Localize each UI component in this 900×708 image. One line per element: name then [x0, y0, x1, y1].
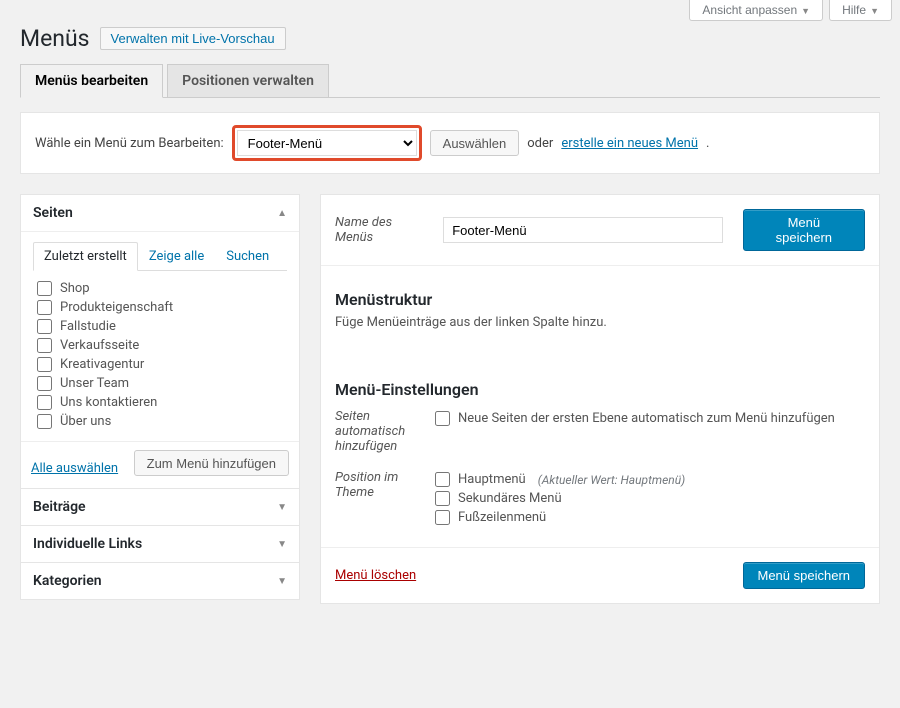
page-item-checkbox[interactable]: [37, 319, 52, 334]
panel-pages-title: Seiten: [33, 205, 73, 221]
auto-add-option[interactable]: Neue Seiten der ersten Ebene automatisch…: [435, 409, 835, 428]
screen-options-button[interactable]: Ansicht anpassen ▼: [689, 0, 823, 21]
page-item[interactable]: Fallstudie: [37, 317, 287, 336]
page-item[interactable]: Kreativagentur: [37, 355, 287, 374]
inner-tab-all[interactable]: Zeige alle: [138, 242, 215, 271]
triangle-down-icon: ▼: [277, 539, 287, 550]
page-item-label: Uns kontaktieren: [60, 395, 157, 410]
panel-links-header[interactable]: Individuelle Links ▼: [21, 526, 299, 562]
panel-categories: Kategorien ▼: [20, 563, 300, 600]
create-new-menu-link[interactable]: erstelle ein neues Menü: [561, 136, 698, 151]
period: .: [706, 136, 709, 151]
or-text: oder: [527, 136, 553, 151]
panel-links-title: Individuelle Links: [33, 536, 142, 552]
choose-menu-button[interactable]: Auswählen: [430, 130, 520, 156]
panel-posts: Beiträge ▼: [20, 489, 300, 526]
menu-edit-frame: Name des Menüs Menü speichern Menüstrukt…: [320, 194, 880, 604]
menu-select[interactable]: Footer-Menü: [237, 130, 417, 156]
caret-down-icon: ▼: [870, 6, 879, 16]
page-item[interactable]: Uns kontaktieren: [37, 393, 287, 412]
panel-links: Individuelle Links ▼: [20, 526, 300, 563]
page-item-label: Unser Team: [60, 376, 129, 391]
location-footer[interactable]: Fußzeilenmenü: [435, 508, 685, 527]
location-main[interactable]: Hauptmenü (Aktueller Wert: Hauptmenü): [435, 470, 685, 489]
triangle-up-icon: ▲: [277, 208, 287, 219]
screen-options-label: Ansicht anpassen: [702, 3, 797, 17]
live-preview-button[interactable]: Verwalten mit Live-Vorschau: [100, 27, 286, 50]
page-item-checkbox[interactable]: [37, 300, 52, 315]
menu-settings-heading: Menü-Einstellungen: [335, 380, 865, 399]
menu-select-highlight: Footer-Menü: [232, 125, 422, 161]
page-item[interactable]: Produkteigenschaft: [37, 298, 287, 317]
select-menu-label: Wähle ein Menü zum Bearbeiten:: [35, 136, 224, 151]
page-item-label: Fallstudie: [60, 319, 116, 334]
inner-tab-recent[interactable]: Zuletzt erstellt: [33, 242, 138, 271]
page-item-checkbox[interactable]: [37, 281, 52, 296]
page-item-checkbox[interactable]: [37, 414, 52, 429]
auto-add-checkbox[interactable]: [435, 411, 450, 426]
location-secondary-checkbox[interactable]: [435, 491, 450, 506]
caret-down-icon: ▼: [801, 6, 810, 16]
add-to-menu-button[interactable]: Zum Menü hinzufügen: [134, 450, 289, 476]
page-item[interactable]: Verkaufsseite: [37, 336, 287, 355]
page-item-label: Kreativagentur: [60, 357, 144, 372]
page-item-checkbox[interactable]: [37, 357, 52, 372]
inner-tab-search[interactable]: Suchen: [215, 242, 280, 271]
panel-pages: Seiten ▲ Zuletzt erstellt Zeige alle Suc…: [20, 194, 300, 489]
triangle-down-icon: ▼: [277, 576, 287, 587]
save-menu-button-bottom[interactable]: Menü speichern: [743, 562, 866, 589]
menu-structure-heading: Menüstruktur: [335, 290, 865, 309]
panel-posts-header[interactable]: Beiträge ▼: [21, 489, 299, 525]
location-secondary[interactable]: Sekundäres Menü: [435, 489, 685, 508]
menu-name-input[interactable]: [443, 217, 722, 243]
help-button[interactable]: Hilfe ▼: [829, 0, 892, 21]
page-item[interactable]: Shop: [37, 279, 287, 298]
location-footer-text: Fußzeilenmenü: [458, 510, 546, 525]
menu-name-label: Name des Menüs: [335, 215, 433, 245]
location-main-checkbox[interactable]: [435, 472, 450, 487]
location-secondary-text: Sekundäres Menü: [458, 491, 562, 506]
page-item-label: Shop: [60, 281, 90, 296]
page-item-label: Produkteigenschaft: [60, 300, 173, 315]
panel-categories-header[interactable]: Kategorien ▼: [21, 563, 299, 599]
location-main-note: (Aktueller Wert: Hauptmenü): [538, 473, 685, 487]
menu-structure-hint: Füge Menüeinträge aus der linken Spalte …: [335, 315, 865, 330]
tab-edit-menus[interactable]: Menüs bearbeiten: [20, 64, 163, 98]
auto-add-label: Seiten automatisch hinzufügen: [335, 409, 435, 454]
tab-manage-locations[interactable]: Positionen verwalten: [167, 64, 329, 98]
theme-location-label: Position im Theme: [335, 470, 435, 527]
page-item-label: Verkaufsseite: [60, 338, 139, 353]
page-item[interactable]: Über uns: [37, 412, 287, 431]
nav-tabs: Menüs bearbeiten Positionen verwalten: [20, 64, 880, 98]
page-item-checkbox[interactable]: [37, 338, 52, 353]
triangle-down-icon: ▼: [277, 502, 287, 513]
location-footer-checkbox[interactable]: [435, 510, 450, 525]
page-item-checkbox[interactable]: [37, 395, 52, 410]
location-main-text: Hauptmenü: [458, 472, 526, 487]
select-all-link[interactable]: Alle auswählen: [31, 461, 118, 476]
page-item[interactable]: Unser Team: [37, 374, 287, 393]
help-label: Hilfe: [842, 3, 866, 17]
delete-menu-link[interactable]: Menü löschen: [335, 568, 416, 583]
page-item-checkbox[interactable]: [37, 376, 52, 391]
page-title: Menüs: [20, 25, 90, 52]
page-item-label: Über uns: [60, 414, 111, 429]
panel-posts-title: Beiträge: [33, 499, 86, 515]
panel-categories-title: Kategorien: [33, 573, 102, 589]
auto-add-text: Neue Seiten der ersten Ebene automatisch…: [458, 411, 835, 426]
panel-pages-header[interactable]: Seiten ▲: [21, 195, 299, 232]
save-menu-button-top[interactable]: Menü speichern: [743, 209, 865, 251]
menu-select-bar: Wähle ein Menü zum Bearbeiten: Footer-Me…: [20, 112, 880, 174]
